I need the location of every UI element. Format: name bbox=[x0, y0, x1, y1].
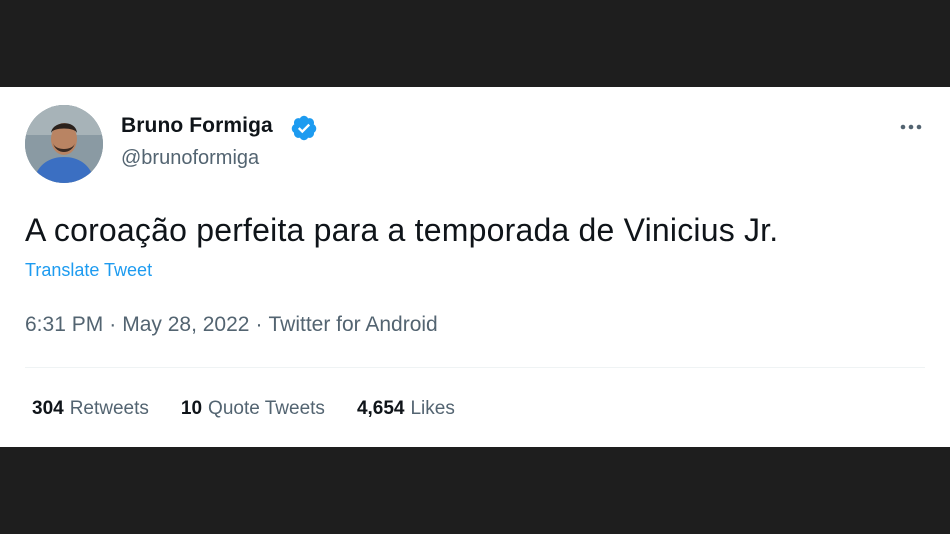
meta-separator: · bbox=[255, 313, 263, 336]
tweet-time[interactable]: 6:31 PM bbox=[25, 313, 103, 337]
stat-label: Likes bbox=[410, 398, 455, 419]
meta-separator: · bbox=[109, 313, 117, 336]
stat-label: Retweets bbox=[69, 398, 149, 419]
avatar[interactable] bbox=[25, 105, 103, 183]
stat-label: Quote Tweets bbox=[208, 398, 325, 419]
author-name[interactable]: Bruno Formiga bbox=[121, 114, 273, 138]
tweet-meta: 6:31 PM · May 28, 2022 · Twitter for And… bbox=[25, 313, 438, 337]
verified-badge-icon bbox=[291, 115, 317, 141]
translate-tweet-link[interactable]: Translate Tweet bbox=[25, 260, 152, 281]
tweet-card: Bruno Formiga @brunoformiga A coroação p… bbox=[0, 87, 950, 447]
tweet-stats: 304 Retweets 10 Quote Tweets 4,654 Likes bbox=[32, 398, 487, 420]
likes-stat[interactable]: 4,654 Likes bbox=[357, 398, 455, 420]
retweets-stat[interactable]: 304 Retweets bbox=[32, 398, 149, 420]
more-options-icon[interactable] bbox=[896, 115, 926, 139]
tweet-text: A coroação perfeita para a temporada de … bbox=[25, 212, 779, 248]
tweet-date[interactable]: May 28, 2022 bbox=[122, 313, 249, 337]
stat-count: 304 bbox=[32, 398, 64, 419]
quote-tweets-stat[interactable]: 10 Quote Tweets bbox=[181, 398, 325, 420]
tweet-source[interactable]: Twitter for Android bbox=[268, 313, 437, 337]
stat-count: 4,654 bbox=[356, 398, 405, 419]
author-handle[interactable]: @brunoformiga bbox=[121, 147, 259, 170]
stat-count: 10 bbox=[180, 398, 203, 419]
divider bbox=[25, 367, 925, 368]
